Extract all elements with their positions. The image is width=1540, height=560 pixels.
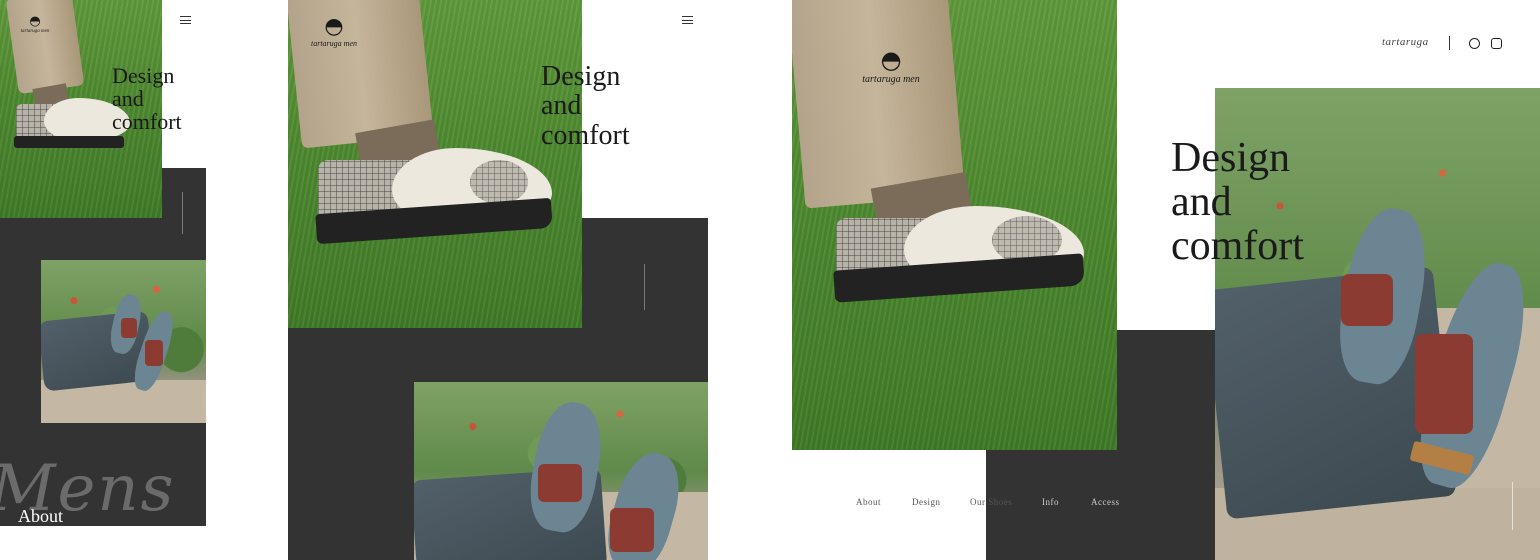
nav-about[interactable]: About	[856, 497, 881, 507]
nav-info[interactable]: Info	[1042, 497, 1059, 507]
mobile-narrow-preview: ◓ tartaruga men Design and comfort Mens …	[0, 0, 206, 560]
turtle-logo-icon: ◓	[29, 14, 41, 29]
facebook-icon[interactable]	[1469, 38, 1480, 49]
instagram-icon[interactable]	[1491, 38, 1502, 49]
hero-photo	[288, 0, 582, 328]
hero-title-line: Design	[541, 61, 621, 92]
nav-our-shoes[interactable]: Our Shoes	[970, 497, 1012, 507]
menu-icon[interactable]	[180, 16, 191, 24]
secondary-photo	[414, 382, 708, 560]
hero-title-line: and	[541, 90, 582, 122]
scroll-indicator	[1512, 482, 1513, 530]
hero-title: Design and comfort	[1171, 136, 1304, 268]
hero-title-line: and	[112, 86, 144, 112]
secondary-photo	[41, 260, 206, 423]
about-heading: About	[18, 506, 63, 526]
turtle-logo-icon: ◓	[324, 14, 344, 39]
brand-logo[interactable]: ◓ tartaruga men	[302, 14, 366, 48]
logo-text: tartaruga men	[311, 39, 357, 48]
hero-title-line: Design	[1171, 135, 1290, 181]
brand-logo[interactable]: ◓ tartaruga men	[10, 14, 60, 34]
nav-access[interactable]: Access	[1091, 497, 1120, 507]
hero-title: Design and comfort	[112, 64, 182, 133]
scroll-indicator	[644, 264, 645, 310]
logo-text: tartaruga men	[862, 74, 920, 85]
hero-title-line: Design	[112, 63, 175, 88]
header-brand[interactable]: tartaruga	[1382, 36, 1429, 48]
hero-photo	[792, 0, 1117, 450]
turtle-logo-icon: ◓	[880, 46, 902, 74]
hero-title-line: comfort	[112, 109, 182, 135]
nav-design[interactable]: Design	[912, 497, 941, 507]
content-strip	[0, 526, 206, 560]
hero-title-line: and	[1171, 179, 1232, 226]
tablet-preview: ◓ tartaruga men Design and comfort	[288, 0, 708, 560]
menu-icon[interactable]	[682, 16, 693, 24]
scroll-indicator	[182, 192, 183, 234]
header-divider	[1449, 36, 1450, 50]
hero-title: Design and comfort	[541, 61, 630, 151]
hero-title-line: comfort	[1171, 223, 1304, 270]
brand-logo[interactable]: ◓ tartaruga men	[854, 46, 928, 85]
desktop-preview: ◓ tartaruga men tartaruga Design and com…	[792, 0, 1540, 560]
logo-text: tartaruga men	[20, 29, 50, 34]
hero-title-line: comfort	[541, 119, 630, 151]
